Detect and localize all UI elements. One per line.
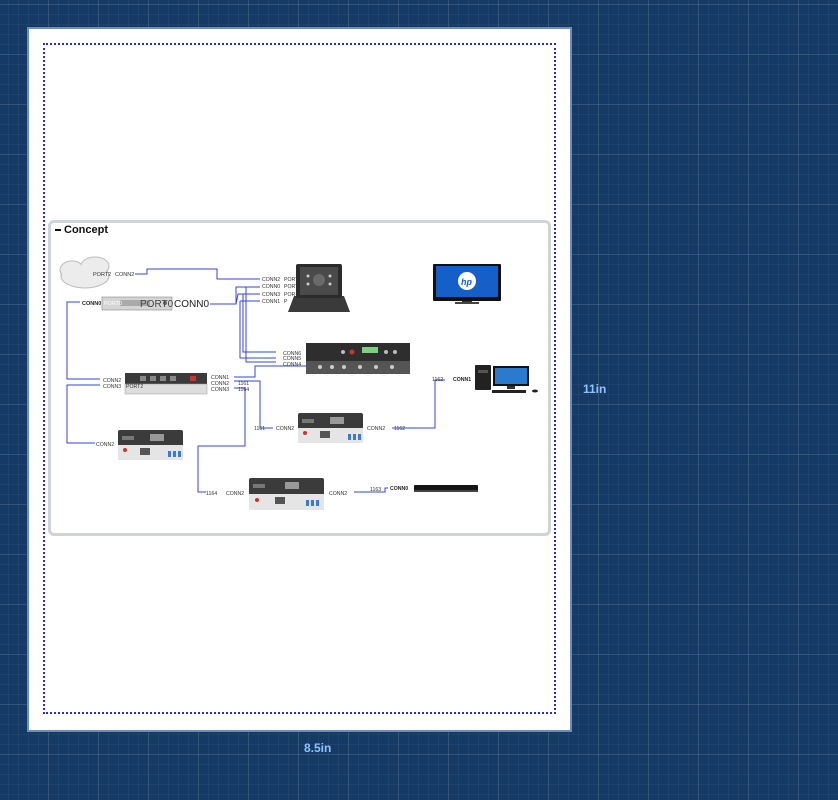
svg-text:hp: hp [461,277,472,287]
diagram-canvas: PORT2 CONN2 CONN0 PORT0 PORT0 CONN0 CONN… [59,256,538,510]
rack-port-right-label: PORT0 [140,299,174,310]
pc-in-label: 1162 [432,377,443,383]
matrix-left-port-label: PORT2 [126,384,143,390]
monitor-icon[interactable]: hp [433,264,501,304]
desktop-pc-icon[interactable] [475,365,538,393]
matrix-right-id-1164: 1164 [238,387,249,393]
box2-in-label: 1161 [254,426,265,432]
switcher-conn-4: CONN4 [283,362,301,368]
touchpanel-conn-4: CONN1 [262,299,280,305]
cloud-conn-label: CONN2 [115,272,134,278]
rack-port-left-label: PORT0 [104,301,122,307]
bluray-player-icon[interactable] [414,485,478,492]
extender-box-icon[interactable] [298,413,363,443]
cloud-port-label: PORT2 [93,272,111,278]
extender-box-icon[interactable] [118,430,183,460]
box2-out-label: 1162 [394,426,405,432]
box3-conn-left: CONN2 [226,491,244,497]
rack-conn-label: CONN0 [82,301,101,307]
touchpanel-port-2: PORT [284,284,299,290]
box1-conn-label: CONN2 [96,442,114,448]
box3-out-label: 1163 [370,487,381,493]
extender-box-icon[interactable] [249,478,324,510]
box2-conn-right: CONN2 [367,426,385,432]
touchpanel-conn-2: CONN0 [262,284,280,290]
box2-conn-left: CONN2 [276,426,294,432]
touchpanel-conn-3: CONN3 [262,292,280,298]
matrix-right-conn-3: CONN3 [211,387,229,393]
touchpanel-port-3: POR [284,292,295,298]
pc-conn-label: CONN1 [453,377,471,383]
touchpanel-conn-1: CONN2 [262,277,280,283]
touchpanel-port-1: PORT [284,277,299,283]
box3-conn-right: CONN2 [329,491,347,497]
rack-conn-right-label: CONN0 [174,299,209,310]
matrix-left-conn-3: CONN3 [103,384,121,390]
bluray-conn-label: CONN0 [390,486,408,492]
box3-in-label: 1164 [206,491,217,497]
touchpanel-port-4: P [284,299,288,305]
switcher-icon[interactable] [306,343,410,374]
